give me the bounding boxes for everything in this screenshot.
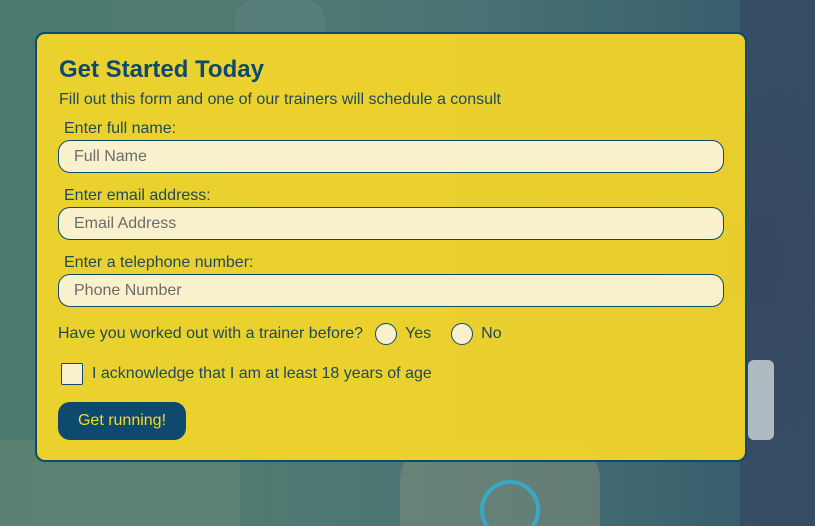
jacket-sleeve [740, 0, 815, 526]
yes-label[interactable]: Yes [405, 325, 431, 343]
age-ack-row: I acknowledge that I am at least 18 year… [61, 362, 432, 386]
email-field: Enter email address: [58, 187, 724, 240]
full-name-label: Enter full name: [64, 120, 177, 137]
signup-form-card: Get Started Today Fill out this form and… [35, 32, 747, 462]
email-input[interactable] [58, 207, 724, 240]
wristwatch [748, 360, 774, 440]
no-label[interactable]: No [481, 325, 501, 343]
age-ack-label[interactable]: I acknowledge that I am at least 18 year… [92, 365, 432, 383]
no-radio[interactable] [451, 323, 474, 345]
email-label: Enter email address: [64, 187, 211, 204]
trainer-question-label: Have you worked out with a trainer befor… [58, 325, 364, 342]
full-name-field: Enter full name: [58, 120, 724, 173]
trainer-question-row: Have you worked out with a trainer befor… [58, 322, 502, 346]
age-ack-checkbox[interactable] [61, 363, 83, 385]
phone-field: Enter a telephone number: [58, 254, 724, 307]
full-name-input[interactable] [58, 140, 724, 173]
yes-radio[interactable] [375, 323, 398, 345]
trainer-option-no: No [431, 323, 502, 345]
phone-label: Enter a telephone number: [64, 254, 254, 271]
submit-button[interactable]: Get running! [58, 402, 186, 440]
form-title: Get Started Today [59, 56, 264, 83]
trainer-option-yes: Yes [363, 323, 431, 345]
phone-input[interactable] [58, 274, 724, 307]
form-subtitle: Fill out this form and one of our traine… [59, 91, 501, 108]
